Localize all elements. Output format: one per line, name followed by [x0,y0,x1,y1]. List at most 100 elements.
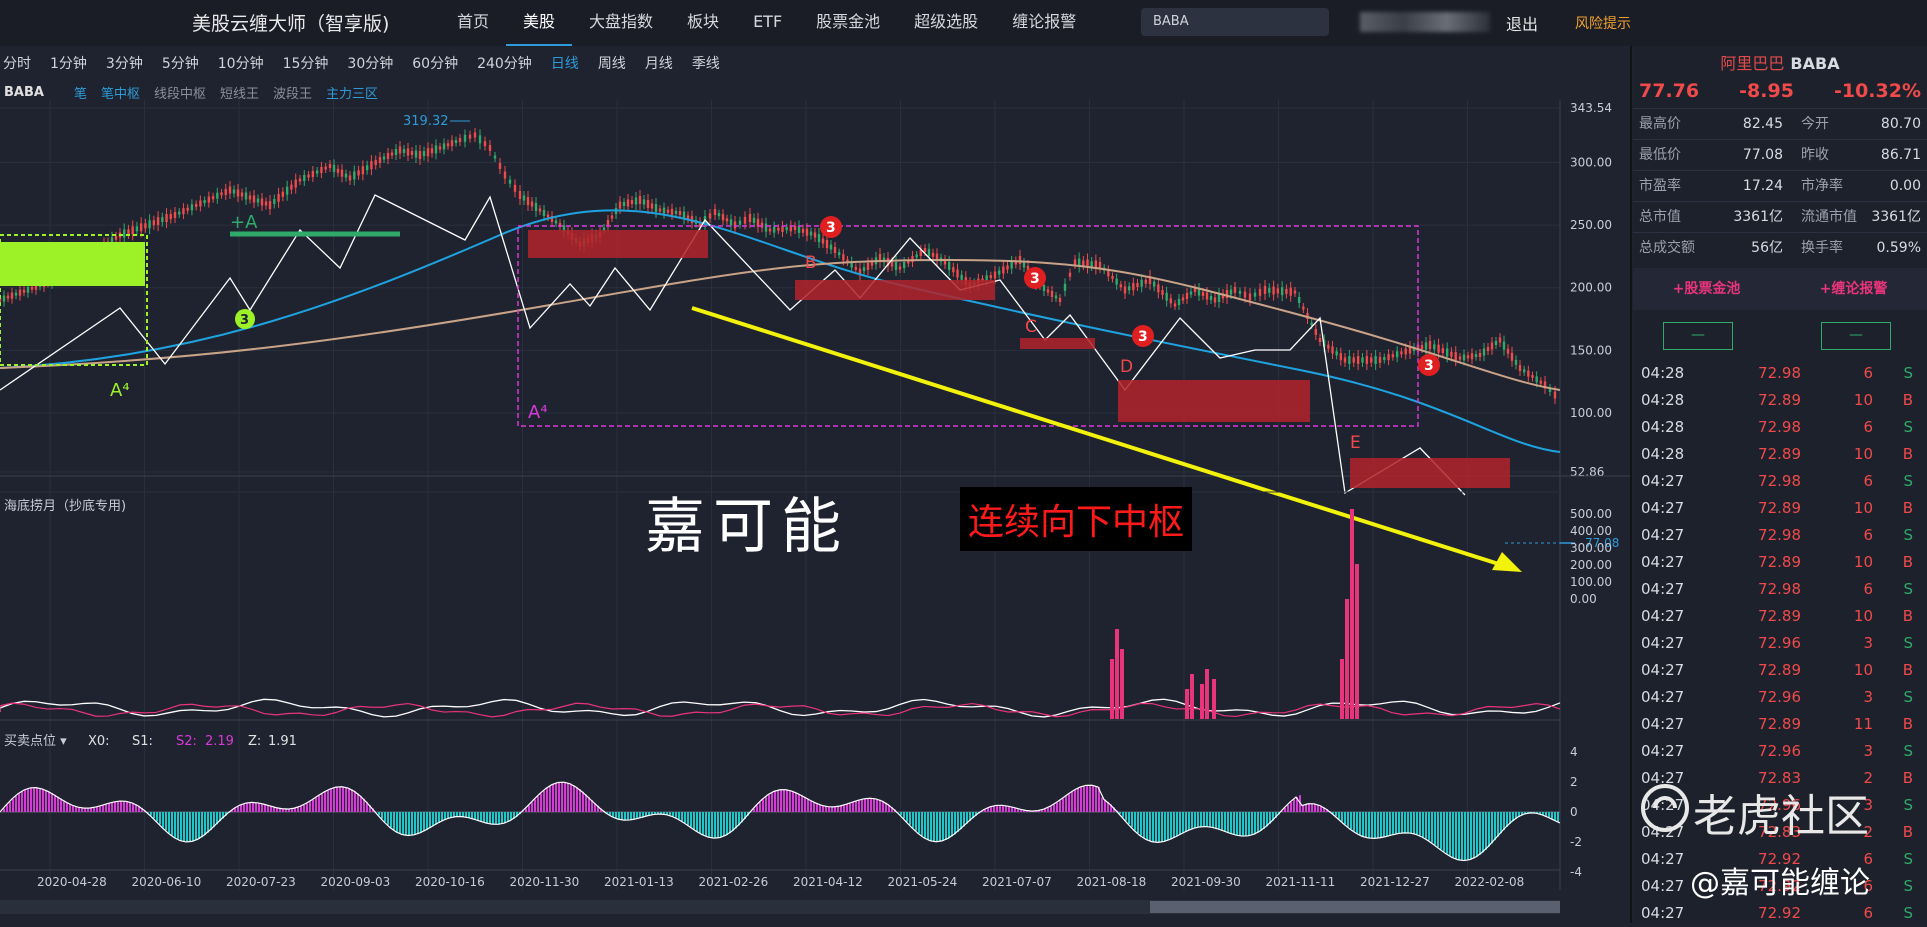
trade-q: 10 [1801,657,1873,684]
timeframe-4[interactable]: 10分钟 [215,53,274,73]
candle-body [1272,287,1274,295]
sub2-bar [1101,798,1103,812]
timeframe-9[interactable]: 日线 [548,53,589,73]
sub2-bar [1464,812,1466,861]
indicator-toggle-1[interactable]: 笔中枢 [101,83,140,102]
nav-item-3[interactable]: 板块 [670,0,736,46]
candle-body [383,157,385,160]
nav-item-5[interactable]: 股票金池 [799,0,897,46]
trade-p: 72.89 [1711,387,1801,414]
remove-pool-button[interactable]: — [1663,322,1733,350]
date-axis-label: 2021-09-30 [1171,875,1241,889]
candle-body [140,223,142,231]
sub2-bar [759,802,761,812]
timeframe-12[interactable]: 季线 [689,53,730,73]
candle-body [387,153,389,159]
candle-body [341,170,343,177]
sub2-bar [420,812,422,833]
nav-item-0[interactable]: 首页 [440,0,506,46]
nav-item-2[interactable]: 大盘指数 [572,0,670,46]
timeframe-11[interactable]: 月线 [642,53,683,73]
candle-body [769,229,771,232]
timeframe-5[interactable]: 15分钟 [280,53,339,73]
candle-body [165,214,167,222]
search-input[interactable]: BABA [1141,8,1329,36]
sub2-bar [300,806,302,812]
sell3-marker-label: 3 [1138,329,1148,345]
timeframe-0[interactable]: 分时 [0,53,41,73]
candle-body [773,227,775,233]
remove-alert-button[interactable]: — [1821,322,1891,350]
indicator-toggle-2[interactable]: 线段中枢 [154,83,206,102]
candle-body [998,271,1000,275]
sub2-bar [1146,812,1148,839]
sub2-bar [1053,805,1055,812]
candle-body [333,165,335,172]
sub2-bar [348,788,350,812]
sub2-bar [1341,812,1343,822]
candle-body [1059,298,1061,302]
timeframe-2[interactable]: 3分钟 [103,53,153,73]
candle-body [1047,290,1049,293]
sub2-bar [180,812,182,841]
candle-body [855,267,857,270]
handle-watermark: @嘉可能缠论 [1690,858,1870,902]
sub2-bar [1170,812,1172,839]
sell3-marker-label: 3 [1424,358,1434,374]
nav-item-1[interactable]: 美股 [506,0,572,46]
candle-body [499,163,501,169]
indicator-toggle-3[interactable]: 短线王 [220,83,259,102]
sub2-bar [1005,806,1007,812]
date-axis-label: 2021-04-12 [793,875,863,889]
sub2-bar [549,786,551,812]
stock-code: BABA [1790,54,1839,73]
timeframe-3[interactable]: 5分钟 [159,53,209,73]
time-scrollbar-thumb[interactable] [1150,901,1560,913]
stat-v: 3361亿 [1703,202,1789,232]
sub2-bar [153,812,155,818]
indicator-toggle-4[interactable]: 波段王 [273,83,312,102]
sub2-bar [465,812,467,817]
candle-body [834,247,836,253]
sub2-bar [1050,806,1052,812]
risk-warning-link[interactable]: 风险提示 [1575,13,1631,33]
last-price: 77.76 [1639,80,1699,106]
sub2-s2-label: S2: [176,734,197,749]
timeframe-6[interactable]: 30分钟 [344,53,403,73]
logout-button[interactable]: 退出 [1506,11,1538,35]
sub2-bar [1401,812,1403,833]
nav-item-6[interactable]: 超级选股 [897,0,995,46]
sub2-bar [93,808,95,812]
sub2-bar [456,812,458,817]
sub2-bar [315,798,317,812]
sub2-bar [237,807,239,812]
candle-body [366,165,368,170]
candle-body [1107,270,1109,276]
trade-row: 04:2772.8910B [1633,603,1927,630]
add-stock-pool-button[interactable]: +股票金池 [1633,268,1780,310]
price-axis-label: 250.00 [1570,218,1612,232]
timeframe-1[interactable]: 1分钟 [47,53,97,73]
candle-body [1446,348,1448,356]
trade-s: B [1873,387,1927,414]
candle-body [27,287,29,293]
indicator-toggle-5[interactable]: 主力三区 [326,83,378,102]
timeframe-8[interactable]: 240分钟 [474,53,542,73]
nav-item-4[interactable]: ETF [736,0,799,46]
sub2-bar [621,812,623,820]
sub2-bar [333,788,335,812]
price-axis-label: 100.00 [1570,406,1612,420]
candle-body [948,262,950,270]
candle-body [785,227,787,230]
sub2-bar [1557,812,1559,822]
candle-body [806,229,808,236]
trade-q: 3 [1801,684,1873,711]
nav-item-7[interactable]: 缠论报警 [995,0,1093,46]
timeframe-10[interactable]: 周线 [595,53,636,73]
candle-body [915,255,917,258]
indicator-toggle-0[interactable]: 笔 [74,83,87,102]
add-alert-button[interactable]: +缠论报警 [1780,268,1927,310]
candle-body [867,263,869,270]
sub2-bar [126,801,128,812]
timeframe-7[interactable]: 60分钟 [409,53,468,73]
